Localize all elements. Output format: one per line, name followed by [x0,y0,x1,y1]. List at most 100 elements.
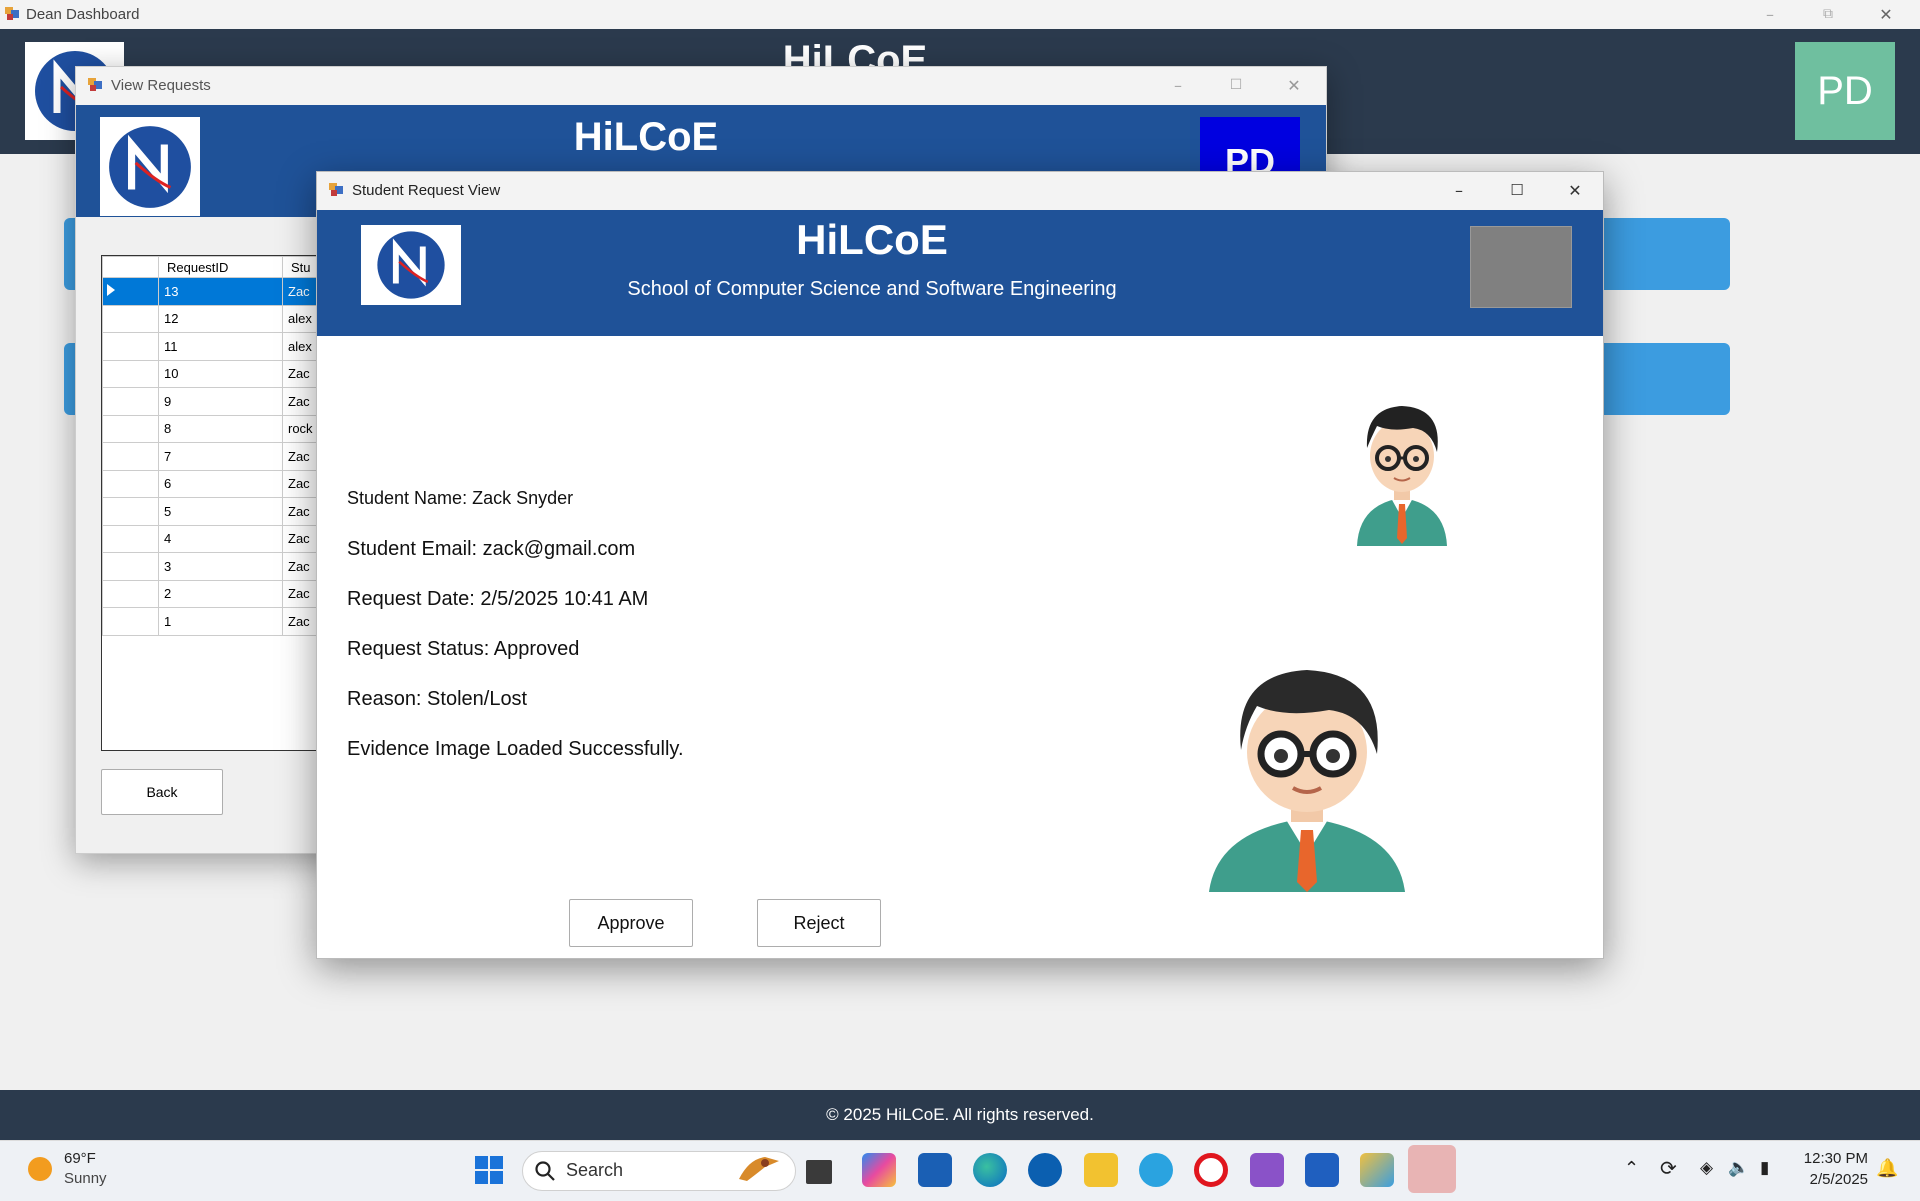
reject-button[interactable]: Reject [757,899,881,947]
sun-icon[interactable] [28,1157,52,1181]
cell-requestid[interactable]: 7 [158,442,283,471]
cell-requestid[interactable]: 2 [158,579,283,608]
microsoft-store-icon[interactable] [918,1153,952,1187]
battery-icon[interactable]: ▮ [1760,1158,1769,1178]
app-icon [5,7,19,21]
table-row[interactable]: 10 Zac [102,359,332,388]
row-header[interactable] [102,607,159,636]
cell-requestid[interactable]: 11 [158,332,283,361]
minimize-icon[interactable]: – [1742,0,1798,29]
row-header[interactable] [102,524,159,553]
footer-copyright: © 2025 HiLCoE. All rights reserved. [0,1090,1920,1140]
cell-requestid[interactable]: 4 [158,524,283,553]
approve-button[interactable]: Approve [569,899,693,947]
row-header[interactable] [102,579,159,608]
cell-requestid[interactable]: 12 [158,304,283,333]
request-date-label: Request Date: 2/5/2025 10:41 AM [347,588,649,610]
row-header[interactable] [102,469,159,498]
weather-condition[interactable]: Sunny [64,1170,107,1187]
cell-requestid[interactable]: 5 [158,497,283,526]
row-header[interactable] [102,414,159,443]
requests-table: RequestID Stu 13 Zac 12 alex 11 alex 10 Zac 9 Zac… [102,256,332,636]
cell-requestid[interactable]: 8 [158,414,283,443]
row-header[interactable] [102,387,159,416]
table-row[interactable]: 4 Zac [102,524,332,553]
table-row[interactable]: 2 Zac [102,579,332,608]
window-title: Student Request View [352,182,501,199]
hilcoe-logo [100,117,200,216]
student-name-label: Student Name: Zack Snyder [347,488,574,508]
wifi-icon[interactable]: ◈ [1700,1158,1713,1178]
app-icon [88,78,102,92]
word-icon[interactable] [1305,1153,1339,1187]
row-header[interactable] [102,359,159,388]
snipping-tool-icon[interactable] [1360,1153,1394,1187]
hilcoe-logo [361,225,461,305]
user-avatar[interactable]: PD [1795,42,1895,140]
row-header[interactable] [102,332,159,361]
table-row[interactable]: 12 alex [102,304,332,333]
task-view-icon[interactable] [806,1160,832,1184]
close-icon[interactable]: ✕ [1266,71,1322,100]
clock-date[interactable]: 2/5/2025 [1800,1171,1868,1188]
table-row[interactable]: 3 Zac [102,552,332,581]
window-title: Dean Dashboard [26,6,140,23]
table-row[interactable]: 13 Zac [102,277,332,306]
visual-studio-icon[interactable] [1250,1153,1284,1187]
cell-requestid[interactable]: 13 [158,277,283,306]
opera-icon[interactable] [1194,1153,1228,1187]
notification-bell-icon[interactable]: 🔔 [1876,1158,1898,1179]
file-explorer-icon[interactable] [1084,1153,1118,1187]
cell-requestid[interactable]: 9 [158,387,283,416]
table-row[interactable]: 7 Zac [102,442,332,471]
header-title: HiLCoE [796,216,948,263]
cell-requestid[interactable]: 3 [158,552,283,581]
table-row[interactable]: 1 Zac [102,607,332,636]
dean-titlebar: Dean Dashboard – ⧉ ✕ [0,0,1920,29]
table-row[interactable]: 9 Zac [102,387,332,416]
search-icon [534,1160,556,1182]
evidence-status-label: Evidence Image Loaded Successfully. [347,738,684,760]
row-header[interactable] [102,497,159,526]
volume-icon[interactable]: 🔈 [1728,1158,1749,1178]
back-button[interactable]: Back [101,769,223,815]
weather-temperature[interactable]: 69°F [64,1150,96,1167]
chevron-up-icon[interactable]: ⌃ [1624,1158,1639,1179]
restore-icon[interactable]: ⧉ [1800,0,1856,29]
search-label: Search [566,1160,624,1180]
active-app-icon[interactable] [1408,1145,1456,1193]
telegram-icon[interactable] [1139,1153,1173,1187]
row-header[interactable] [102,277,159,306]
search-highlight-icon [735,1153,783,1185]
dell-icon[interactable] [1028,1153,1062,1187]
row-header[interactable] [102,552,159,581]
cell-requestid[interactable]: 10 [158,359,283,388]
minimize-icon[interactable]: – [1431,176,1487,205]
maximize-icon[interactable]: ☐ [1489,176,1545,205]
minimize-icon[interactable]: – [1150,71,1206,100]
copilot-icon[interactable] [862,1153,896,1187]
column-header-requestid[interactable]: RequestID [158,256,283,278]
row-header[interactable] [102,304,159,333]
table-row[interactable]: 5 Zac [102,497,332,526]
maximize-icon[interactable]: ☐ [1208,71,1264,100]
cell-requestid[interactable]: 1 [158,607,283,636]
row-header[interactable] [102,442,159,471]
cell-requestid[interactable]: 6 [158,469,283,498]
edge-browser-icon[interactable] [973,1153,1007,1187]
close-icon[interactable]: ✕ [1858,0,1914,29]
row-header-corner [102,256,159,278]
evidence-image [1197,662,1417,892]
table-row[interactable]: 8 rock [102,414,332,443]
current-row-arrow-icon [107,283,115,296]
sync-icon[interactable]: ⟳ [1660,1156,1677,1181]
clock-time[interactable]: 12:30 PM [1800,1150,1868,1167]
table-row[interactable]: 6 Zac [102,469,332,498]
header-subtitle: School of Computer Science and Software … [627,278,1117,300]
close-icon[interactable]: ✕ [1547,176,1603,205]
reason-label: Reason: Stolen/Lost [347,688,528,710]
student-photo [1347,386,1457,546]
student-request-titlebar: Student Request View – ☐ ✕ [317,172,1603,210]
windows-start-icon[interactable] [474,1155,504,1185]
table-row[interactable]: 11 alex [102,332,332,361]
